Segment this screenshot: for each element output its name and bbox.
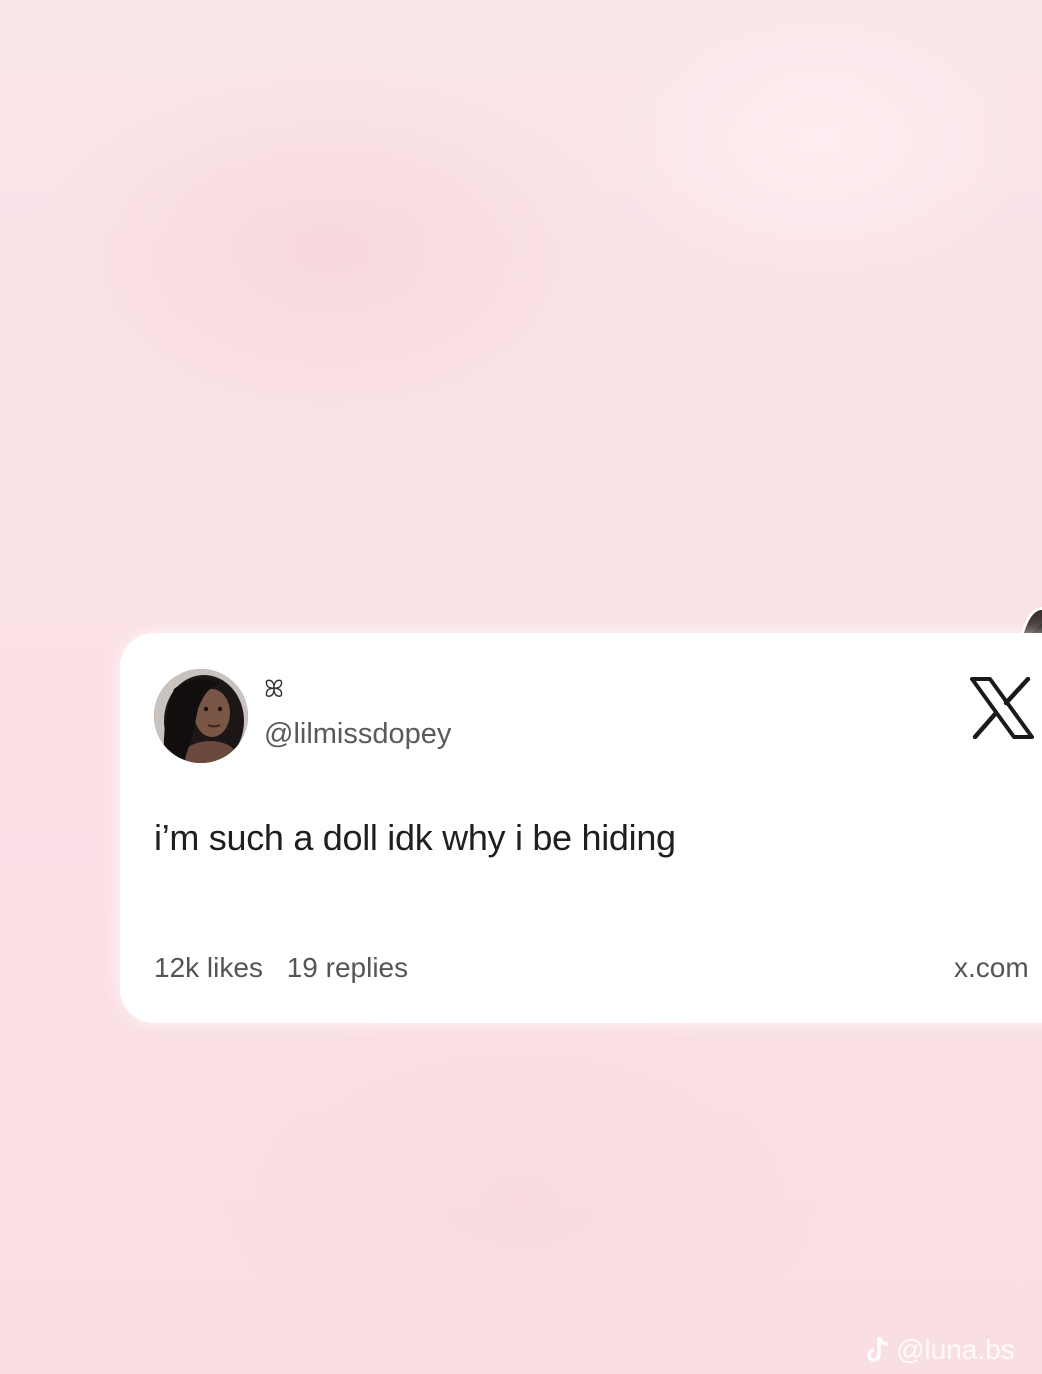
watermark-handle: @luna.bs (896, 1334, 1015, 1365)
post-card[interactable]: ꕤ @lilmissdopey i’m such a doll idk why … (120, 633, 1042, 1023)
post-text: i’m such a doll idk why i be hiding (154, 817, 676, 858)
tiktok-watermark: @luna.bs (866, 1332, 1015, 1368)
x-logo-icon[interactable] (970, 676, 1034, 740)
profile-avatar[interactable] (154, 669, 248, 763)
site-link[interactable]: x.com (954, 951, 1029, 985)
tiktok-icon (867, 1336, 889, 1362)
display-name[interactable]: ꕤ (264, 675, 284, 703)
replies-count[interactable]: 19 replies (287, 952, 408, 983)
likes-count[interactable]: 12k likes (154, 952, 263, 983)
user-handle[interactable]: @lilmissdopey (264, 717, 451, 751)
post-stats: 12k likes 19 replies (154, 951, 424, 985)
